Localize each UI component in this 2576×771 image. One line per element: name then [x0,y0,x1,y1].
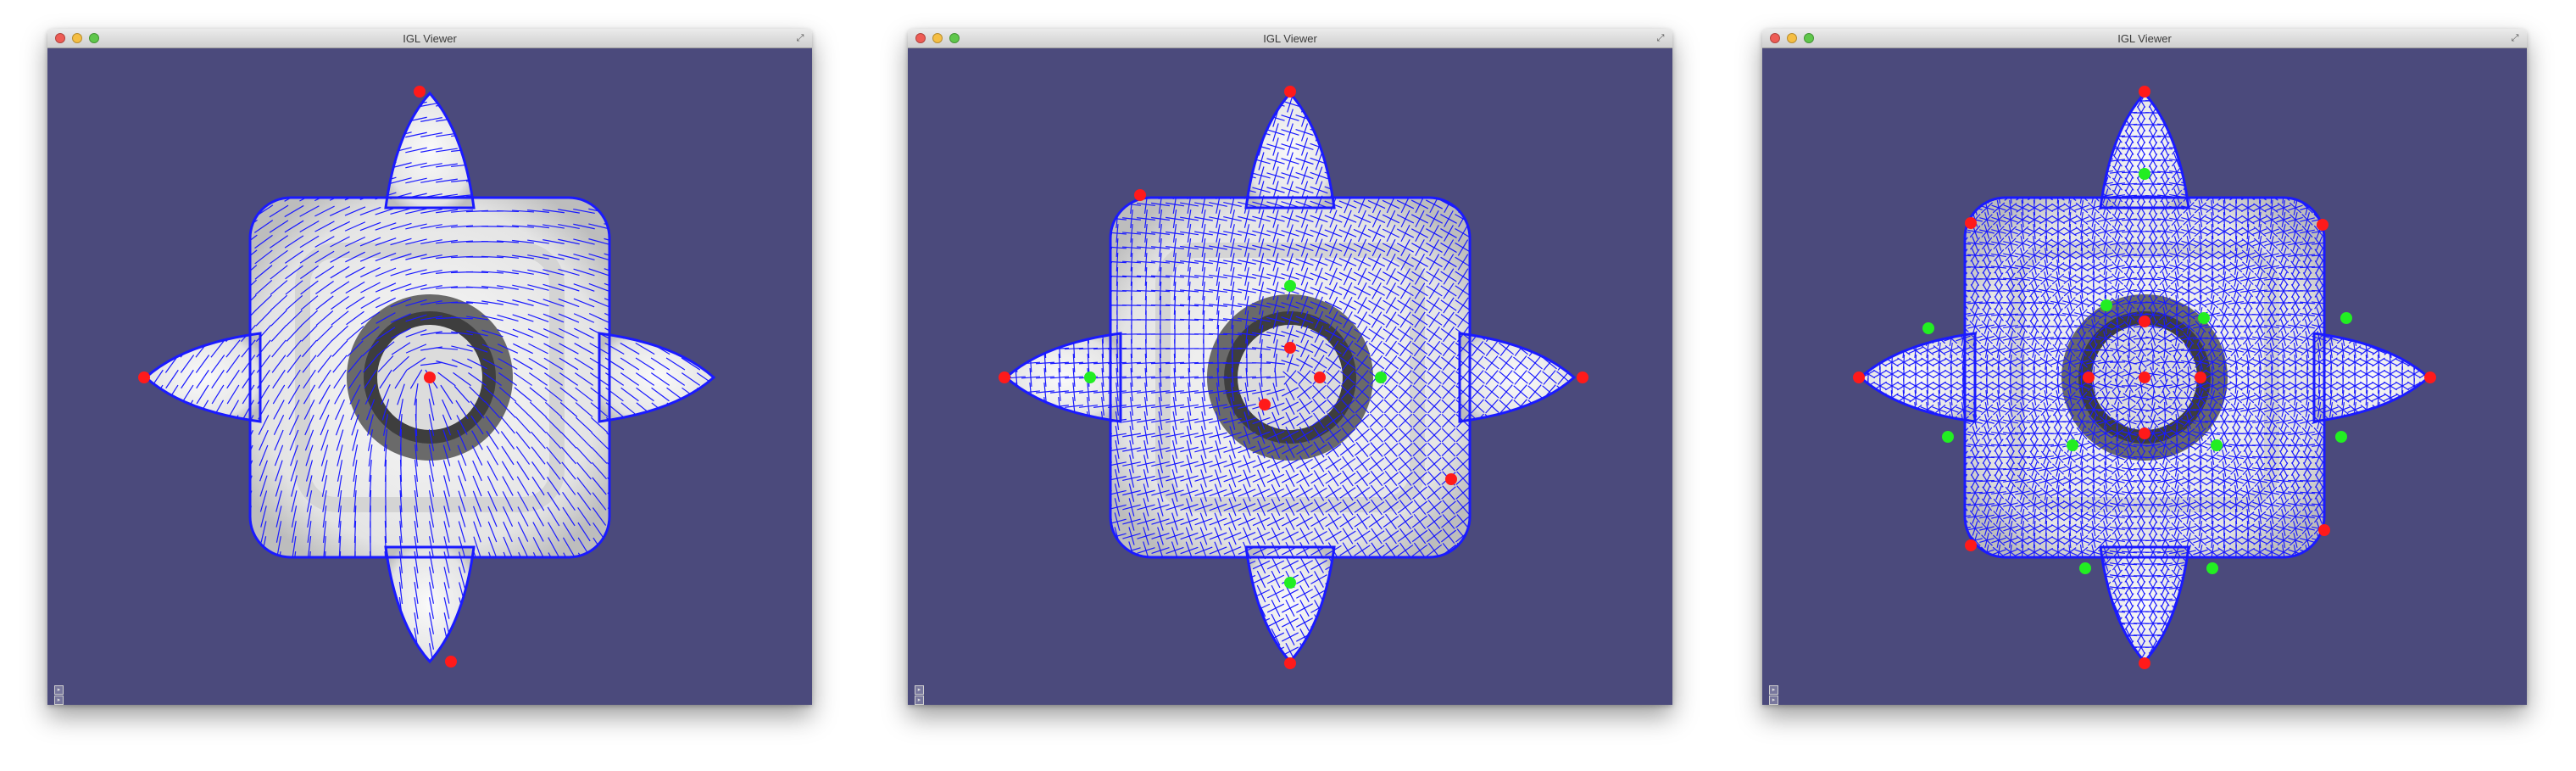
fullscreen-icon[interactable]: ⤢ [1655,33,1666,43]
window-titlebar[interactable]: IGL Viewer ⤢ [1762,29,2527,48]
window-titlebar[interactable]: IGL Viewer ⤢ [908,29,1672,48]
igl-viewer-window-3: IGL Viewer ⤢ ▸ ▸ [1762,29,2527,705]
window-titlebar[interactable]: IGL Viewer ⤢ [47,29,812,48]
viewer-settings-icon[interactable]: ▸ [915,696,924,705]
viewer-settings-icon[interactable]: ▸ [1769,696,1778,705]
window-title: IGL Viewer [1263,32,1317,45]
window-title: IGL Viewer [403,32,457,45]
mesh-render [999,86,1588,669]
viewer-menu-icon[interactable]: ▸ [54,685,64,695]
viewer-settings-icon[interactable]: ▸ [54,696,64,705]
fullscreen-icon[interactable]: ⤢ [2510,33,2520,43]
igl-viewer-window-1: IGL Viewer ⤢ ▸ ▸ [47,29,812,705]
igl-viewer-window-2: IGL Viewer ⤢ ▸ ▸ [908,29,1672,705]
3d-viewport[interactable]: ▸ ▸ [1762,48,2527,705]
3d-viewport[interactable]: ▸ ▸ [47,48,812,705]
window-title: IGL Viewer [2117,32,2172,45]
3d-viewport[interactable]: ▸ ▸ [908,48,1672,705]
mesh-render [138,86,716,668]
viewer-menu-icon[interactable]: ▸ [915,685,924,695]
mesh-render [1853,86,2436,669]
fullscreen-icon[interactable]: ⤢ [795,33,805,43]
viewer-menu-icon[interactable]: ▸ [1769,685,1778,695]
